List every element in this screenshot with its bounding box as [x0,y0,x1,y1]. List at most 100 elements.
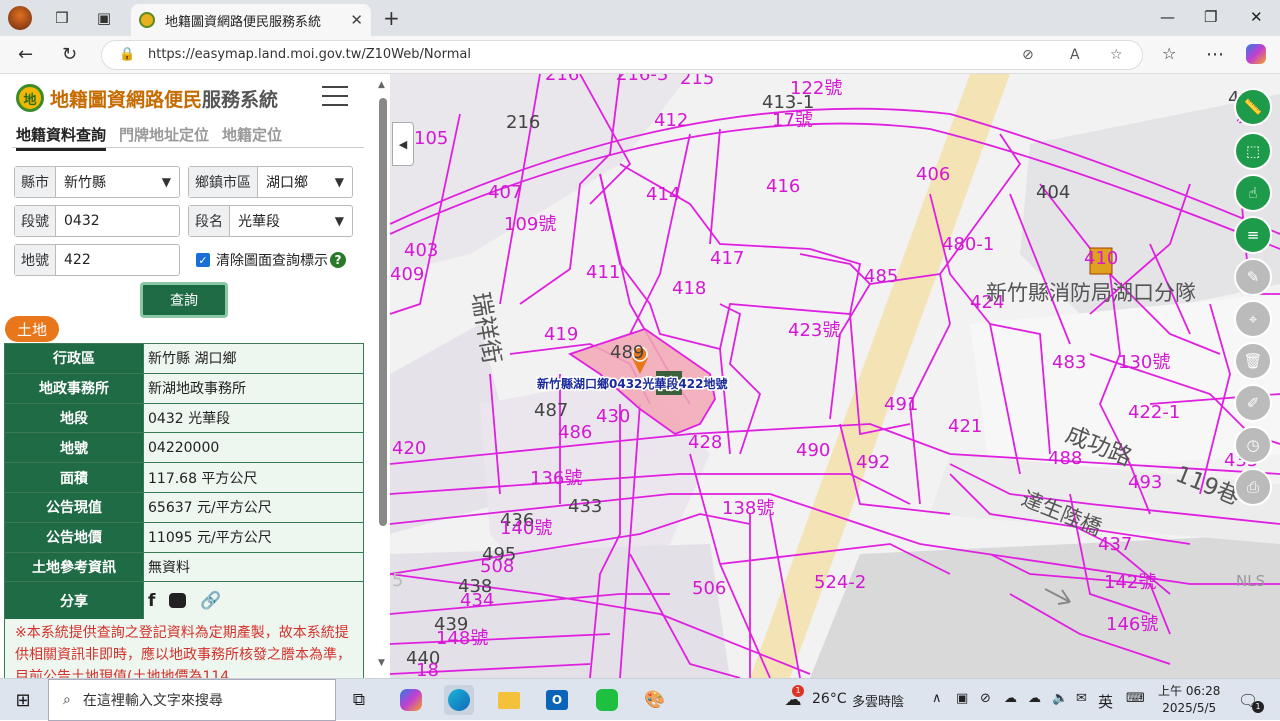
restore-button[interactable]: ❐ [1204,8,1217,26]
volume-icon[interactable]: 🔈 [1052,691,1068,706]
town-select[interactable]: 鄉鎮市區 湖口鄉 ▼ [188,166,353,198]
parcel-label: 418 [672,278,706,299]
line-icon[interactable] [169,593,187,609]
parcel-label: 433 [568,496,602,517]
copilot-icon[interactable] [1246,44,1266,69]
tracking-icon[interactable]: ⊘ [1022,41,1034,69]
windows-start-icon[interactable]: ⊞ [8,685,38,715]
line-app-icon[interactable] [592,685,622,715]
select-area-icon[interactable]: ⬚ [1234,132,1272,170]
read-aloud-icon[interactable]: A [1070,41,1080,69]
network-icon[interactable]: ⊘ [980,691,991,706]
lock-icon[interactable]: 🔒 [119,41,135,69]
sync-icon[interactable]: ☁ [1028,691,1041,706]
county-select[interactable]: 縣市 新竹縣 ▼ [14,166,180,198]
lot-number-label: 地號 [15,245,56,275]
back-button[interactable]: ← [18,44,33,65]
refresh-button[interactable]: ↻ [62,44,77,65]
browser-tab[interactable]: 地籍圖資網路便民服務系統 ✕ [131,4,371,36]
scroll-thumb[interactable] [379,98,387,526]
checkbox-checked-icon[interactable]: ✓ [196,253,210,267]
parcel-label: 490 [796,440,830,461]
help-icon[interactable]: ? [330,252,346,268]
address-bar[interactable]: 🔒 https://easymap.land.moi.gov.tw/Z10Web… [101,40,1143,70]
profile-avatar[interactable] [8,6,32,30]
table-row: 面積 117.68 平方公尺 [4,462,364,493]
info-key: 公告現值 [4,491,144,523]
app-name-part1: 地籍圖資網路便民 [50,88,203,111]
wifi-icon[interactable]: ✉ [1076,691,1087,706]
outlook-icon[interactable]: O [542,685,572,715]
layers-icon[interactable]: ≡ [1234,216,1272,254]
side-scrollbar[interactable]: ▲ ▼ [377,80,389,670]
info-value: 新湖地政事務所 [143,372,364,404]
section-number-value[interactable]: 0432 [56,206,179,236]
pointer-query-icon[interactable]: ☝ [1234,174,1272,212]
tab-title: 地籍圖資網路便民服務系統 [165,14,322,30]
link-icon[interactable]: 🔗 [200,591,221,611]
task-view-icon[interactable]: ⧉ [344,685,374,715]
info-value: 11095 元/平方公尺 [143,521,364,553]
weather-desc[interactable]: 多雲時陰 [852,691,904,710]
lot-number-field[interactable]: 地號 422 [14,244,180,276]
tab-cadastral-locate[interactable]: 地籍定位 [222,124,282,145]
taskbar-search[interactable]: ⌕ 在這裡輸入文字來搜尋 [48,679,336,721]
workspaces-icon[interactable]: ❒ [50,6,74,30]
close-window-button[interactable]: ✕ [1250,8,1263,26]
more-menu-icon[interactable]: ⋯ [1206,44,1224,65]
paint-app-icon[interactable]: 🎨 [640,685,670,715]
facebook-icon[interactable]: f [148,591,155,611]
parcel-label: 483 [1052,352,1086,373]
map-canvas[interactable]: 216 216-3 215 122號 413-1 17號 216 412 414… [390,74,1280,678]
fire-station-label: 新竹縣消防局湖口分隊 [986,281,1196,305]
new-tab-button[interactable]: + [383,6,400,30]
section-number-field[interactable]: 段號 0432 [14,205,180,237]
scroll-down-icon[interactable]: ▼ [378,658,385,668]
parcel-label: 412 [654,110,688,131]
hamburger-menu-icon[interactable] [322,86,348,106]
meet-now-icon[interactable]: ▣ [956,691,968,706]
marker-pen-icon[interactable]: ✎ [1234,258,1272,296]
system-clock[interactable]: 上午 06:28 2025/5/5 [1158,683,1220,717]
copilot-app-icon[interactable] [396,685,426,715]
parcel-label: 434 [460,590,494,611]
tab-cadastral-query[interactable]: 地籍資料查詢 [16,124,107,151]
tab-actions-icon[interactable]: ▣ [92,6,116,30]
edit-icon[interactable]: ✐ [1234,384,1272,422]
section-name-select[interactable]: 段名 光華段 ▼ [188,205,353,237]
favorites-icon[interactable]: ☆ [1162,44,1176,63]
info-key: 地號 [4,432,144,464]
close-tab-icon[interactable]: ✕ [350,11,363,29]
edge-app-icon[interactable] [444,685,474,715]
app-brand[interactable]: 地 地籍圖資網路便民 服務系統 [16,84,278,112]
weather-temp[interactable]: 26°C [812,691,847,707]
section-name-label: 段名 [189,206,230,236]
measure-ruler-icon[interactable]: 📏 [1234,88,1272,126]
file-explorer-icon[interactable] [494,685,524,715]
scroll-up-icon[interactable]: ▲ [378,80,385,90]
land-info-table: 行政區 新竹縣 湖口鄉 地政事務所 新湖地政事務所 地段 0432 光華段 地號 042… [4,343,364,621]
tab-address-locate[interactable]: 門牌地址定位 [119,124,209,145]
land-badge: 土地 [5,316,60,342]
windows-taskbar: ⊞ ⌕ 在這裡輸入文字來搜尋 ⧉ O 🎨 ☁ 1 26°C 多雲時陰 ∧ ▣ ⊘ … [0,678,1280,721]
parcel-label: 417 [710,248,744,269]
ime-indicator[interactable]: 英 [1098,691,1113,712]
query-button[interactable]: 查詢 [140,282,228,318]
chevron-down-icon: ▼ [334,175,344,189]
print-icon[interactable]: ⎙ [1234,468,1272,506]
trash-icon[interactable]: 🗑 [1234,342,1272,380]
weather-icon[interactable]: ☁ 1 [778,685,808,715]
parcel-label: 406 [916,164,950,185]
locate-crosshair-icon[interactable]: ⌖ [1234,300,1272,338]
collapse-panel-button[interactable]: ◀ [392,122,414,166]
minimize-button[interactable]: — [1160,8,1175,26]
url-text: https://easymap.land.moi.gov.tw/Z10Web/N… [148,47,471,62]
keyboard-icon[interactable]: ⌨ [1126,691,1145,706]
favorite-star-icon[interactable]: ☆ [1110,41,1123,69]
onedrive-icon[interactable]: ☁ [1004,691,1017,706]
show-hidden-icons[interactable]: ∧ [932,691,942,706]
history-clock-icon[interactable]: ◷ [1234,426,1272,464]
clear-marker-checkbox[interactable]: ✓ 清除圖面查詢標示 ? [196,250,346,270]
cadastral-map[interactable]: 216 216-3 215 122號 413-1 17號 216 412 414… [390,74,1280,678]
lot-number-value[interactable]: 422 [56,245,179,275]
